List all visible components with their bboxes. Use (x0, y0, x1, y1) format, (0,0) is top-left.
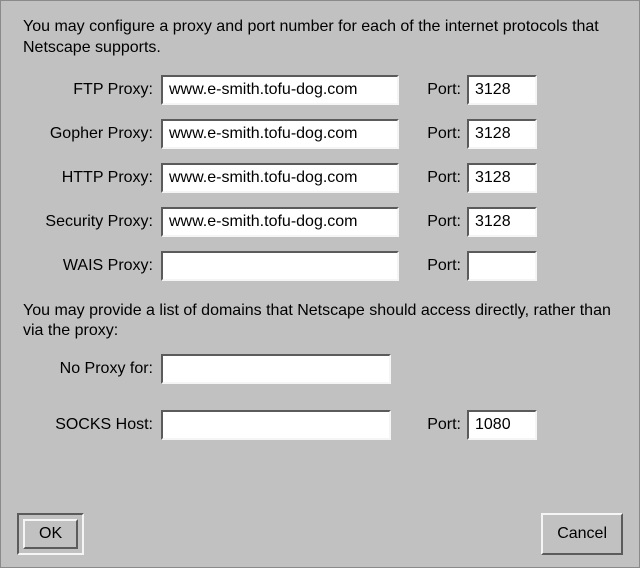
proxy-config-panel: You may configure a proxy and port numbe… (11, 9, 629, 559)
security-proxy-label: Security Proxy: (11, 213, 161, 231)
noproxy-row: No Proxy for: (11, 352, 629, 386)
socks-label: SOCKS Host: (11, 416, 161, 434)
socks-port-label: Port: (391, 416, 467, 434)
wais-port-label: Port: (399, 257, 467, 275)
http-port-input[interactable] (467, 163, 537, 193)
http-proxy-row: HTTP Proxy: Port: (11, 161, 629, 195)
button-row: OK Cancel (11, 513, 629, 555)
wais-proxy-input[interactable] (161, 251, 399, 281)
security-proxy-input[interactable] (161, 207, 399, 237)
socks-host-input[interactable] (161, 410, 391, 440)
security-port-label: Port: (399, 213, 467, 231)
ftp-proxy-label: FTP Proxy: (11, 81, 161, 99)
socks-port-input[interactable] (467, 410, 537, 440)
http-proxy-input[interactable] (161, 163, 399, 193)
noproxy-intro-text: You may provide a list of domains that N… (23, 301, 617, 343)
intro-text: You may configure a proxy and port numbe… (23, 17, 617, 59)
wais-proxy-row: WAIS Proxy: Port: (11, 249, 629, 283)
noproxy-input[interactable] (161, 354, 391, 384)
gopher-proxy-input[interactable] (161, 119, 399, 149)
ftp-port-input[interactable] (467, 75, 537, 105)
ok-default-ring: OK (17, 513, 84, 555)
gopher-proxy-label: Gopher Proxy: (11, 125, 161, 143)
gopher-proxy-row: Gopher Proxy: Port: (11, 117, 629, 151)
ok-button[interactable]: OK (23, 519, 78, 549)
security-proxy-row: Security Proxy: Port: (11, 205, 629, 239)
gopher-port-label: Port: (399, 125, 467, 143)
ftp-port-label: Port: (399, 81, 467, 99)
socks-row: SOCKS Host: Port: (11, 408, 629, 442)
cancel-button[interactable]: Cancel (541, 513, 623, 555)
wais-proxy-label: WAIS Proxy: (11, 257, 161, 275)
gopher-port-input[interactable] (467, 119, 537, 149)
ftp-proxy-row: FTP Proxy: Port: (11, 73, 629, 107)
http-proxy-label: HTTP Proxy: (11, 169, 161, 187)
wais-port-input[interactable] (467, 251, 537, 281)
noproxy-label: No Proxy for: (11, 360, 161, 378)
http-port-label: Port: (399, 169, 467, 187)
security-port-input[interactable] (467, 207, 537, 237)
ftp-proxy-input[interactable] (161, 75, 399, 105)
